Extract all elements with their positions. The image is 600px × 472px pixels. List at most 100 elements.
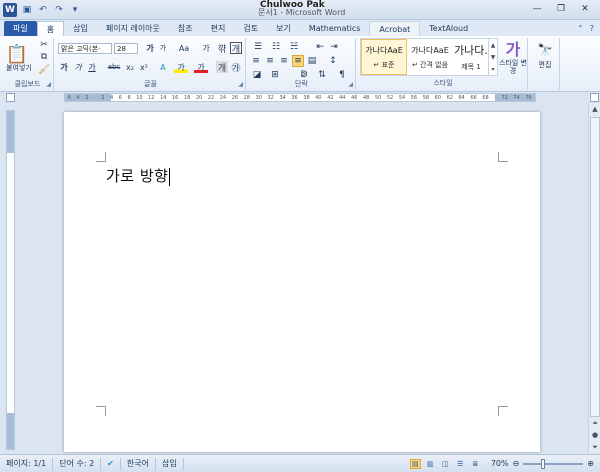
tab-page-layout[interactable]: 페이지 레이아웃 (97, 21, 169, 36)
italic-button[interactable]: 가 (72, 61, 84, 73)
dialog-launcher-icon[interactable]: ◢ (46, 81, 51, 88)
previous-page-icon[interactable]: ⏶ (589, 417, 600, 429)
line-spacing-icon[interactable]: ↕ (326, 55, 340, 67)
style-heading-1[interactable]: 가나다. 제목 1 (453, 39, 489, 75)
enclosed-char-icon[interactable]: ㉮ (230, 61, 242, 74)
word-logo-icon[interactable]: W (3, 3, 17, 17)
tab-acrobat[interactable]: Acrobat (369, 21, 421, 36)
redo-icon[interactable]: ↷ (53, 4, 65, 16)
close-icon[interactable]: ✕ (574, 2, 596, 16)
customize-icon[interactable]: ▾ (69, 4, 81, 16)
bold-button[interactable]: 가 (58, 61, 70, 73)
document-body[interactable]: 가로 방향 (106, 165, 171, 186)
tab-mailings[interactable]: 편지 (202, 21, 235, 36)
document-page[interactable]: 가로 방향 (64, 112, 540, 452)
paste-label[interactable]: 붙여넣기 (2, 63, 36, 73)
help-icon[interactable]: ? (590, 24, 594, 33)
tab-mathematics[interactable]: Mathematics (300, 21, 370, 36)
restore-icon[interactable]: ❐ (550, 2, 572, 16)
font-name-field[interactable]: 맑은 고딕(본· (58, 43, 112, 54)
text-effects-icon[interactable]: A (156, 61, 170, 73)
highlight-button[interactable]: 가 (174, 61, 188, 73)
decrease-indent-icon[interactable]: ⇤ (314, 41, 326, 53)
next-page-icon[interactable]: ⏷ (589, 441, 600, 453)
enclose-char-icon[interactable]: 개 (230, 42, 242, 55)
ruler-number: 46 (351, 94, 358, 101)
tab-insert[interactable]: 삽입 (64, 21, 97, 36)
tab-home[interactable]: 홈 (36, 21, 65, 36)
tab-review[interactable]: 검토 (234, 21, 267, 36)
horizontal-ruler[interactable]: 6 4 2 · 2 4 6 8 10 12 14 16 18 20 22 24 26 28 30 32 34 36 38 40… (64, 93, 536, 102)
grow-font-button[interactable]: 가 (144, 42, 156, 54)
draft-icon[interactable]: ≣ (470, 459, 481, 469)
page-count[interactable]: 페이지: 1/1 (0, 457, 54, 470)
change-styles-icon[interactable]: 가 (502, 38, 524, 59)
tab-file[interactable]: 파일 (4, 21, 37, 36)
zoom-slider[interactable] (523, 458, 584, 469)
insert-mode[interactable]: 삽입 (156, 457, 184, 470)
scroll-thumb[interactable] (590, 117, 600, 417)
styles-scroll[interactable]: ▲ ▼ ▾ (488, 39, 497, 75)
web-layout-icon[interactable]: ◫ (440, 459, 451, 469)
justify-icon[interactable]: ≡ (292, 55, 304, 67)
change-styles-button[interactable]: 스타일 변경 (498, 58, 528, 76)
shrink-font-button[interactable]: 가 (157, 42, 169, 54)
zoom-out-icon[interactable]: ⊖ (513, 459, 520, 468)
tab-references[interactable]: 참조 (169, 21, 202, 36)
zoom-slider-thumb[interactable] (541, 458, 546, 469)
zoom-level[interactable]: 70% (491, 459, 509, 468)
font-size-field[interactable]: 28 (114, 43, 138, 54)
align-right-icon[interactable]: ≡ (278, 55, 290, 67)
align-left-icon[interactable]: ≡ (250, 55, 262, 67)
phonetic-guide-icon[interactable]: 꺆 (216, 42, 228, 55)
style-normal[interactable]: 가나다AaE ↵ 표준 (361, 39, 407, 75)
find-icon[interactable]: 🔭 (536, 42, 554, 58)
bullets-icon[interactable]: ☰ (250, 41, 266, 53)
distribute-icon[interactable]: ▤ (306, 55, 318, 67)
scroll-up-arrow-icon[interactable]: ▲ (589, 103, 600, 115)
font-dialog-launcher-icon[interactable]: ◢ (238, 81, 243, 88)
tab-selector-button[interactable] (6, 93, 15, 102)
strikethrough-button[interactable]: abc (106, 61, 122, 73)
print-layout-icon[interactable]: ▤ (409, 458, 421, 469)
zoom-in-icon[interactable]: ⊕ (587, 459, 594, 468)
tab-textaloud[interactable]: TextAloud (420, 21, 477, 36)
outline-icon[interactable]: ☰ (455, 459, 466, 469)
tab-view[interactable]: 보기 (267, 21, 300, 36)
numbering-icon[interactable]: ☷ (268, 41, 284, 53)
clear-formatting-button[interactable]: 가 (199, 42, 213, 54)
vertical-ruler[interactable] (6, 110, 15, 450)
scroll-up-icon[interactable]: ▲ (491, 42, 496, 49)
ruler-number: 24 (219, 94, 227, 101)
multilevel-list-icon[interactable]: ☵ (286, 41, 302, 53)
font-color-button[interactable]: 가 (194, 61, 208, 73)
paragraph-dialog-launcher-icon[interactable]: ◢ (348, 81, 353, 88)
editing-button[interactable]: 편집 (532, 60, 558, 70)
collapse-ribbon-icon[interactable]: ⌃ (577, 24, 584, 33)
style-name: ↵ 간격 없음 (411, 60, 449, 69)
cut-icon[interactable]: ✂ (38, 40, 50, 50)
scroll-down-icon[interactable]: ▼ (491, 54, 496, 61)
word-count[interactable]: 단어 수: 2 (53, 457, 102, 470)
browse-object-icon[interactable]: ● (589, 429, 600, 441)
format-painter-icon[interactable]: 🖌 (38, 65, 50, 75)
superscript-button[interactable]: x² (138, 61, 150, 73)
increase-indent-icon[interactable]: ⇥ (328, 41, 340, 53)
underline-button[interactable]: 가 (86, 61, 98, 73)
style-no-spacing[interactable]: 가나다AaE ↵ 간격 없음 (407, 39, 453, 75)
align-center-icon[interactable]: ≡ (264, 55, 276, 67)
more-styles-icon[interactable]: ▾ (491, 66, 494, 73)
vertical-scrollbar[interactable]: ▲ ⏶ ● ⏷ (588, 103, 600, 453)
minimize-icon[interactable]: — (526, 2, 548, 16)
proofing-icon[interactable]: ✔ (101, 457, 121, 470)
char-shading-icon[interactable]: 개 (216, 61, 228, 74)
undo-icon[interactable]: ↶ (37, 4, 49, 16)
view-ruler-button[interactable] (590, 93, 599, 102)
language[interactable]: 한국어 (121, 457, 156, 470)
ruler-number: 64 (458, 94, 465, 101)
copy-icon[interactable]: ⧉ (38, 52, 50, 62)
subscript-button[interactable]: x₂ (124, 61, 136, 73)
save-icon[interactable]: ▣ (21, 4, 33, 16)
full-screen-reading-icon[interactable]: ▥ (425, 459, 436, 469)
change-case-button[interactable]: Aa (176, 42, 192, 54)
